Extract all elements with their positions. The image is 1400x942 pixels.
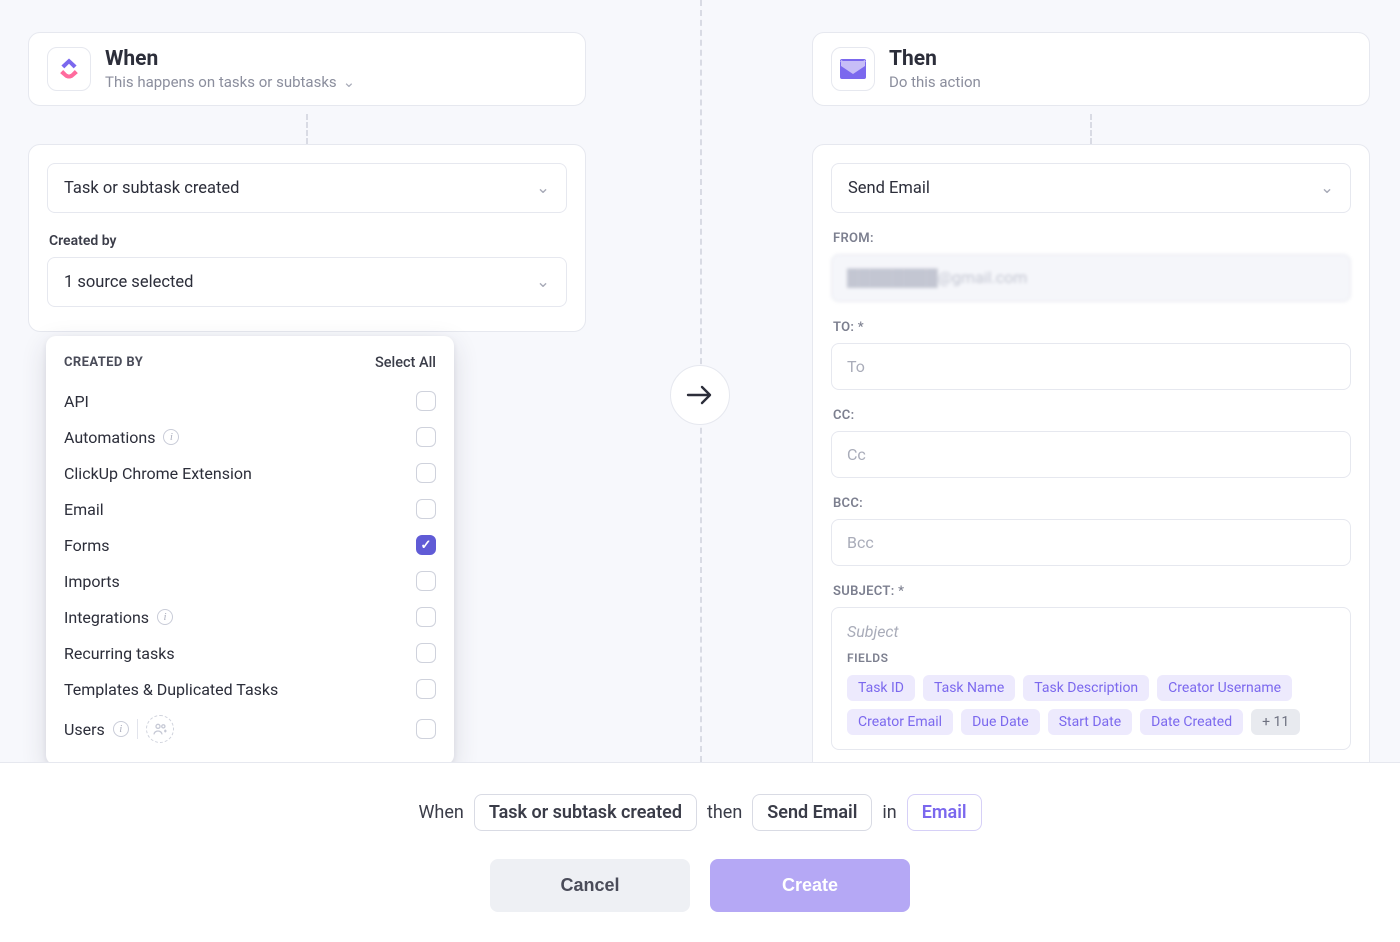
field-chip[interactable]: Creator Email bbox=[847, 709, 953, 735]
create-button[interactable]: Create bbox=[710, 859, 910, 912]
field-chip[interactable]: Due Date bbox=[961, 709, 1040, 735]
then-subtitle: Do this action bbox=[889, 73, 981, 91]
when-subtitle[interactable]: This happens on tasks or subtasks ⌄ bbox=[105, 73, 355, 91]
trigger-select[interactable]: Task or subtask created ⌄ bbox=[47, 163, 567, 213]
summary-trigger: Task or subtask created bbox=[474, 794, 697, 831]
more-fields-chip[interactable]: + 11 bbox=[1251, 709, 1300, 735]
checkbox[interactable] bbox=[416, 679, 436, 699]
created-by-option[interactable]: Imports bbox=[64, 563, 436, 599]
action-select[interactable]: Send Email ⌄ bbox=[831, 163, 1351, 213]
checkbox[interactable] bbox=[416, 719, 436, 739]
then-config: Send Email ⌄ FROM: ████████@gmail.com TO… bbox=[812, 144, 1370, 824]
when-header[interactable]: When This happens on tasks or subtasks ⌄ bbox=[28, 32, 586, 106]
chevron-down-icon: ⌄ bbox=[536, 178, 550, 198]
select-all-link[interactable]: Select All bbox=[375, 354, 436, 371]
chevron-down-icon: ⌄ bbox=[343, 73, 356, 91]
popover-title: CREATED BY bbox=[64, 355, 143, 370]
created-by-select[interactable]: 1 source selected ⌄ bbox=[47, 257, 567, 307]
chevron-down-icon: ⌄ bbox=[1320, 178, 1334, 198]
subject-box[interactable]: Subject FIELDS Task ID Task Name Task Desc… bbox=[831, 607, 1351, 750]
info-icon[interactable]: i bbox=[113, 721, 129, 737]
when-title: When bbox=[105, 47, 355, 71]
created-by-option[interactable]: Automationsi bbox=[64, 419, 436, 455]
then-header: Then Do this action bbox=[812, 32, 1370, 106]
field-chip[interactable]: Start Date bbox=[1048, 709, 1132, 735]
created-by-popover: CREATED BY Select All APIAutomationsiCli… bbox=[46, 336, 454, 765]
summary-service: Email bbox=[907, 794, 982, 831]
add-user-icon[interactable] bbox=[146, 715, 174, 743]
checkbox[interactable] bbox=[416, 463, 436, 483]
cc-input[interactable]: Cc bbox=[831, 431, 1351, 478]
checkbox[interactable] bbox=[416, 607, 436, 627]
created-by-label: Created by bbox=[49, 233, 565, 249]
email-icon bbox=[831, 47, 875, 91]
clickup-logo-icon bbox=[47, 47, 91, 91]
then-title: Then bbox=[889, 47, 981, 71]
created-by-option[interactable]: Email bbox=[64, 491, 436, 527]
flow-arrow bbox=[670, 365, 730, 425]
fields-title: FIELDS bbox=[847, 651, 1335, 665]
summary-action: Send Email bbox=[752, 794, 872, 831]
field-chip[interactable]: Date Created bbox=[1140, 709, 1243, 735]
created-by-option[interactable]: Usersi bbox=[64, 707, 436, 751]
field-chip[interactable]: Task Description bbox=[1023, 675, 1149, 701]
field-chip[interactable]: Creator Username bbox=[1157, 675, 1292, 701]
from-label: FROM: bbox=[833, 231, 1349, 246]
footer-bar: When Task or subtask created then Send E… bbox=[0, 762, 1400, 942]
subject-label: SUBJECT: * bbox=[833, 584, 1349, 599]
to-input[interactable]: To bbox=[831, 343, 1351, 390]
created-by-option[interactable]: Templates & Duplicated Tasks bbox=[64, 671, 436, 707]
checkbox[interactable] bbox=[416, 391, 436, 411]
subject-input[interactable]: Subject bbox=[847, 622, 1335, 641]
chevron-down-icon: ⌄ bbox=[536, 272, 550, 292]
to-label: TO: * bbox=[833, 320, 1349, 335]
field-chip[interactable]: Task ID bbox=[847, 675, 915, 701]
cc-label: CC: bbox=[833, 408, 1349, 423]
created-by-option[interactable]: Recurring tasks bbox=[64, 635, 436, 671]
info-icon[interactable]: i bbox=[163, 429, 179, 445]
created-by-option[interactable]: ClickUp Chrome Extension bbox=[64, 455, 436, 491]
created-by-option[interactable]: API bbox=[64, 383, 436, 419]
field-chip[interactable]: Task Name bbox=[923, 675, 1015, 701]
info-icon[interactable]: i bbox=[157, 609, 173, 625]
when-config: Task or subtask created ⌄ Created by 1 s… bbox=[28, 144, 586, 332]
created-by-option[interactable]: Forms bbox=[64, 527, 436, 563]
checkbox[interactable] bbox=[416, 499, 436, 519]
checkbox[interactable] bbox=[416, 535, 436, 555]
cancel-button[interactable]: Cancel bbox=[490, 859, 690, 912]
from-input[interactable]: ████████@gmail.com bbox=[831, 254, 1351, 302]
checkbox[interactable] bbox=[416, 643, 436, 663]
bcc-input[interactable]: Bcc bbox=[831, 519, 1351, 566]
bcc-label: BCC: bbox=[833, 496, 1349, 511]
created-by-option[interactable]: Integrationsi bbox=[64, 599, 436, 635]
automation-summary: When Task or subtask created then Send E… bbox=[418, 794, 981, 831]
checkbox[interactable] bbox=[416, 571, 436, 591]
checkbox[interactable] bbox=[416, 427, 436, 447]
